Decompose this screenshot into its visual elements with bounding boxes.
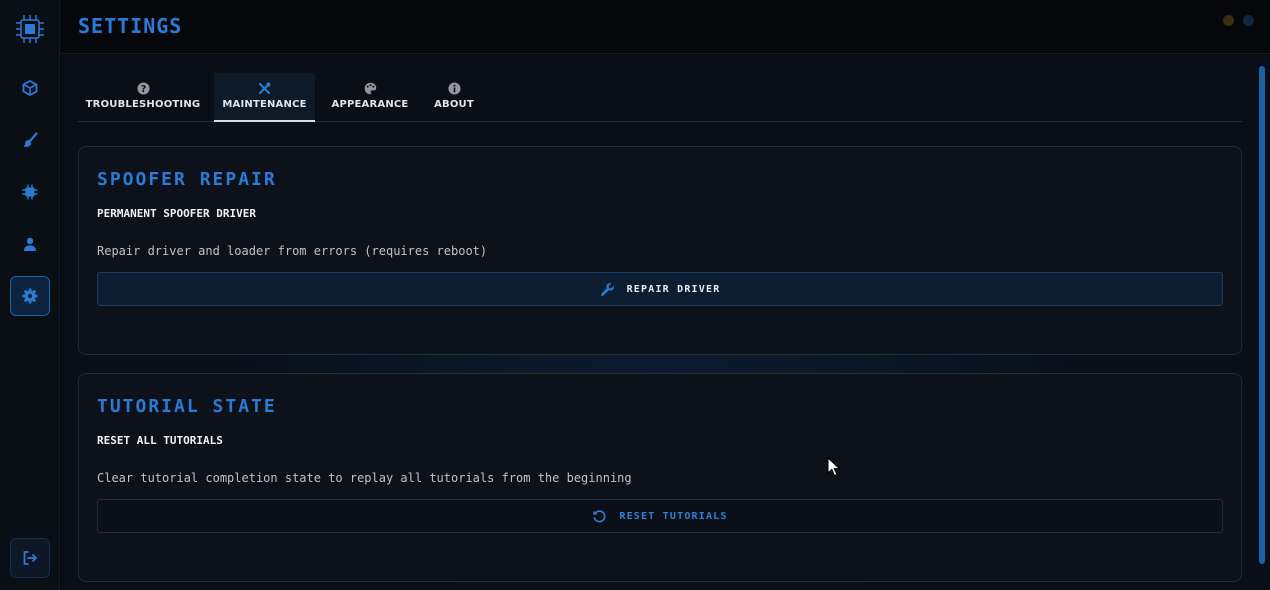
minimize-dot[interactable] <box>1223 15 1234 26</box>
tab-troubleshooting[interactable]: ? TROUBLESHOOTING <box>78 73 208 122</box>
cube-icon <box>22 80 38 96</box>
scrollbar-thumb[interactable] <box>1259 66 1265 564</box>
mouse-cursor-icon <box>827 457 841 477</box>
card-description: Repair driver and loader from errors (re… <box>97 244 488 258</box>
sidebar <box>0 0 60 590</box>
gear-icon <box>22 288 38 304</box>
sidebar-item-account[interactable] <box>10 224 50 264</box>
close-dot[interactable] <box>1243 15 1254 26</box>
tab-maintenance[interactable]: MAINTENANCE <box>214 73 315 122</box>
tab-about[interactable]: ABOUT <box>424 73 484 122</box>
scrollbar[interactable] <box>1259 58 1265 584</box>
tab-appearance[interactable]: APPEARANCE <box>326 73 414 122</box>
palette-icon <box>364 82 376 95</box>
sidebar-item-hardware[interactable] <box>10 172 50 212</box>
reset-tutorials-button[interactable]: RESET TUTORIALS <box>97 499 1223 533</box>
user-icon <box>24 237 36 251</box>
card-subtitle: PERMANENT SPOOFER DRIVER <box>97 207 256 220</box>
sidebar-item-settings[interactable] <box>10 276 50 316</box>
svg-text:?: ? <box>140 84 145 95</box>
card-description: Clear tutorial completion state to repla… <box>97 471 632 485</box>
main-content: ? TROUBLESHOOTING MAINTENANCE APPEARANCE <box>61 55 1270 590</box>
chip-icon <box>22 184 38 200</box>
page-title: SETTINGS <box>78 14 183 38</box>
logout-icon <box>23 551 37 565</box>
settings-tabs: ? TROUBLESHOOTING MAINTENANCE APPEARANCE <box>78 73 1242 122</box>
card-subtitle: RESET ALL TUTORIALS <box>97 434 223 447</box>
chip-logo-icon <box>16 15 44 43</box>
question-icon: ? <box>136 82 150 95</box>
card-title: SPOOFER REPAIR <box>97 169 277 190</box>
refresh-icon <box>593 509 606 522</box>
sidebar-item-cleaner[interactable] <box>10 120 50 160</box>
tools-icon <box>258 82 271 95</box>
logout-button[interactable] <box>10 538 50 578</box>
card-title: TUTORIAL STATE <box>97 396 277 417</box>
sidebar-item-products[interactable] <box>10 68 50 108</box>
wrench-icon <box>600 282 614 296</box>
brush-icon <box>23 132 38 147</box>
info-icon <box>447 82 461 95</box>
spoofer-repair-card: SPOOFER REPAIR PERMANENT SPOOFER DRIVER … <box>78 146 1242 355</box>
tutorial-state-card: TUTORIAL STATE RESET ALL TUTORIALS Clear… <box>78 373 1242 582</box>
header: SETTINGS <box>61 0 1270 54</box>
repair-driver-button[interactable]: REPAIR DRIVER <box>97 272 1223 306</box>
